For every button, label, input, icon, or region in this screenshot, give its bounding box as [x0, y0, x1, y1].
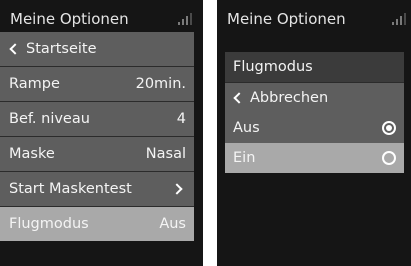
menu-item-label: Maske — [9, 146, 55, 162]
radio-unchecked-icon — [382, 151, 396, 165]
cancel-button[interactable]: Abbrechen — [225, 83, 404, 113]
menu-item-value: Aus — [159, 216, 186, 232]
submenu-header-label: Flugmodus — [233, 59, 313, 75]
signal-strength-icon — [392, 13, 406, 25]
screen-title: Meine Optionen — [227, 10, 346, 28]
option-ein[interactable]: Ein — [225, 143, 404, 173]
back-to-home-button[interactable]: Startseite — [0, 32, 194, 66]
option-label: Aus — [233, 120, 260, 136]
chevron-left-icon — [9, 42, 21, 55]
menu-item-maske[interactable]: Maske Nasal — [0, 137, 194, 171]
submenu-header: Flugmodus — [225, 52, 404, 82]
menu-item-label: Bef. niveau — [9, 111, 90, 127]
menu-screen-main: Meine Optionen Startseite Rampe 20min. B… — [0, 0, 203, 266]
menu-item-value: 4 — [176, 111, 186, 127]
menu-item-label: Start Maskentest — [9, 181, 132, 197]
chevron-left-icon — [233, 91, 245, 104]
option-label: Ein — [233, 150, 256, 166]
option-aus[interactable]: Aus — [225, 113, 404, 143]
menu-item-value: Nasal — [145, 146, 186, 162]
menu-item-label: Flugmodus — [9, 216, 89, 232]
back-label: Startseite — [26, 41, 97, 57]
chevron-right-icon — [171, 182, 183, 195]
menu-item-label: Rampe — [9, 76, 60, 92]
menu-item-start-maskentest[interactable]: Start Maskentest — [0, 172, 194, 206]
radio-checked-icon — [382, 121, 396, 135]
menu-item-value: 20min. — [135, 76, 186, 92]
screen-title: Meine Optionen — [10, 10, 129, 28]
cancel-label: Abbrechen — [250, 90, 329, 106]
menu-item-flugmodus[interactable]: Flugmodus Aus — [0, 207, 194, 241]
menu-screen-flugmodus: Meine Optionen Flugmodus Abbrechen Aus E… — [217, 0, 411, 266]
menu-item-befeuchter-niveau[interactable]: Bef. niveau 4 — [0, 102, 194, 136]
menu-item-rampe[interactable]: Rampe 20min. — [0, 67, 194, 101]
signal-strength-icon — [178, 13, 192, 25]
